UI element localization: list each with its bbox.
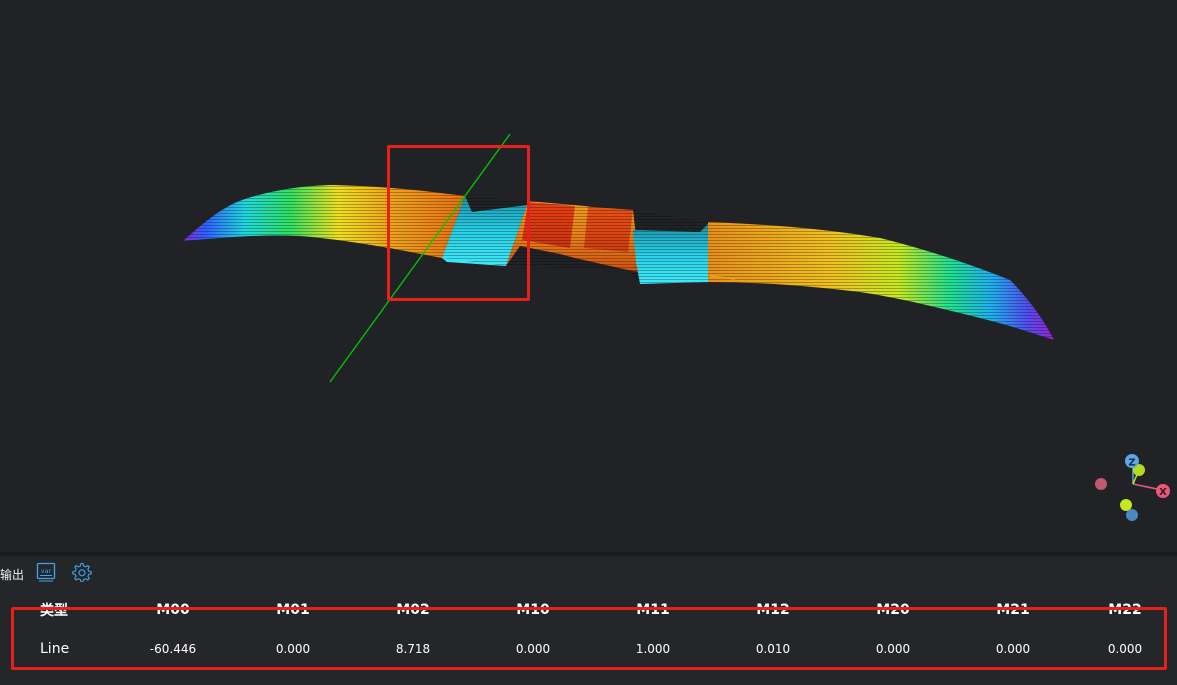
axis-neg-y-dot[interactable] [1120, 499, 1132, 511]
column-header-type: 类型 [40, 603, 68, 619]
cell-m21: 0.000 [995, 642, 1031, 656]
cell-m01: 0.000 [275, 642, 311, 656]
axis-z-label: Z [1128, 458, 1135, 469]
column-header-m00: M00 [156, 602, 190, 618]
output-tab-label[interactable]: 输出 [0, 566, 24, 583]
column-header-m11: M11 [636, 602, 670, 618]
column-header-m01: M01 [276, 602, 310, 618]
column-header-m21: M21 [996, 602, 1030, 618]
axis-neg-z-dot[interactable] [1126, 509, 1138, 521]
table-row[interactable]: Line -60.446 0.000 8.718 0.000 1.000 0.0… [0, 622, 1177, 676]
axis-x-label: X [1159, 487, 1167, 498]
cell-m02: 8.718 [395, 642, 431, 656]
column-header-m22: M22 [1108, 602, 1142, 618]
gear-icon[interactable] [72, 562, 92, 583]
cell-m10: 0.000 [515, 642, 551, 656]
scan-surface [183, 185, 1054, 340]
table-header-row: 类型 M00 M01 M02 M10 M11 M12 M20 M21 M22 [0, 598, 1177, 622]
axis-gizmo[interactable]: Z X [1095, 454, 1170, 521]
column-header-m10: M10 [516, 602, 550, 618]
cell-type: Line [40, 641, 70, 657]
cell-m22: 0.000 [1107, 642, 1143, 656]
var-icon-text: var [41, 567, 52, 575]
column-header-m20: M20 [876, 602, 910, 618]
output-table: 类型 M00 M01 M02 M10 M11 M12 M20 M21 M22 L… [0, 598, 1177, 676]
column-header-m02: M02 [396, 602, 430, 618]
3d-viewport[interactable]: Z X [0, 0, 1177, 552]
cell-m11: 1.000 [635, 642, 671, 656]
cell-m12: 0.010 [755, 642, 791, 656]
point-cloud-view[interactable]: Z X [0, 0, 1177, 552]
output-panel: 输出 var 类型 M00 M01 M02 M10 M11 M12 M20 M2… [0, 556, 1177, 685]
axis-neg-x-dot[interactable] [1095, 478, 1107, 490]
cell-m00: -60.446 [149, 642, 197, 656]
cell-m20: 0.000 [875, 642, 911, 656]
column-header-m12: M12 [756, 602, 790, 618]
var-icon[interactable]: var [36, 562, 56, 582]
